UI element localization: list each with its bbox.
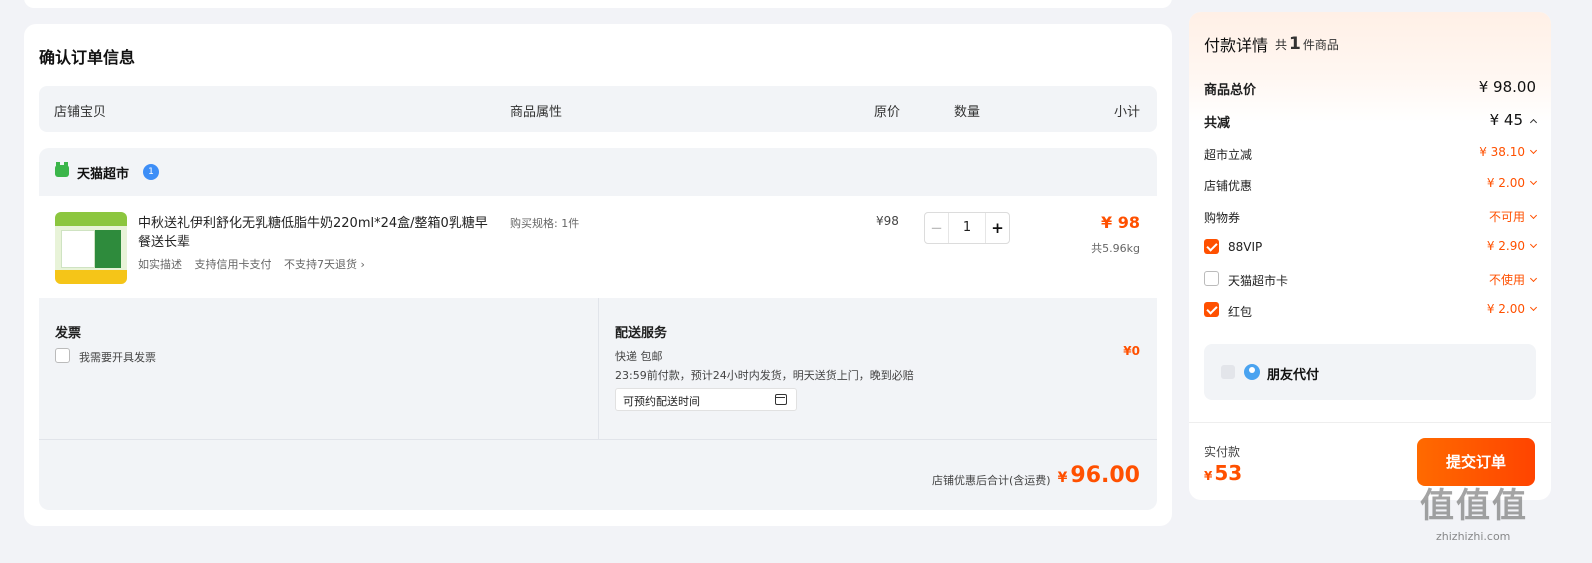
discount-item-value: 不使用 <box>1489 271 1538 288</box>
watermark-url: zhizhizhi.com <box>1436 530 1511 543</box>
discount-item-label: 红包 <box>1228 305 1253 319</box>
watermark-logo: 值值值 zhizhizhi.com <box>1420 478 1560 548</box>
product-price: ¥98 <box>876 214 899 228</box>
chevron-up-icon <box>1529 118 1538 127</box>
cart-item: 中秋送礼伊利舒化无乳糖低脂牛奶220ml*24盒/整箱0乳糖早餐送长辈 如实描述… <box>39 196 1157 298</box>
paid-label: 实付款 <box>1204 445 1241 459</box>
product-spec: 购买规格: 1件 <box>510 217 580 230</box>
header-attr: 商品属性 <box>510 105 563 120</box>
divider <box>1189 422 1551 423</box>
discount-item-value: ¥ 2.00 <box>1487 302 1538 316</box>
chevron-down-icon <box>1529 146 1538 155</box>
chevron-down-icon <box>1529 274 1538 283</box>
friend-pay-icon <box>1244 364 1260 380</box>
divider <box>598 298 599 440</box>
order-title: 确认订单信息 <box>39 48 136 67</box>
tag-accurate: 如实描述 <box>138 258 182 271</box>
watermark-text: 值值值 <box>1420 486 1528 526</box>
discount-item-value: ¥ 38.10 <box>1479 145 1538 159</box>
header-item: 店铺宝贝 <box>54 105 107 120</box>
product-tags: 如实描述 支持信用卡支付 不支持7天退货 › <box>138 256 374 272</box>
discount-row[interactable]: 共减 ¥ 45 <box>1204 109 1538 131</box>
discount-item-value: 不可用 <box>1489 208 1538 225</box>
discount-item-supermarket[interactable]: 超市立减 ¥ 38.10 <box>1204 143 1538 165</box>
chevron-down-icon <box>1529 240 1538 249</box>
tag-no-return[interactable]: 不支持7天退货 › <box>284 258 365 271</box>
store-row: 天猫超市 1 <box>39 148 1157 196</box>
88vip-checkbox[interactable] <box>1204 239 1219 254</box>
tmall-cat-icon <box>55 162 69 177</box>
payment-panel: 付款详情 共 1 件商品 商品总价 ¥ 98.00 共减 ¥ 45 超市立减 ¥ 3… <box>1189 12 1551 500</box>
store-name[interactable]: 天猫超市 <box>77 163 129 182</box>
discount-label: 共减 <box>1204 116 1231 131</box>
payment-title: 付款详情 <box>1204 36 1269 55</box>
services-section: 发票 我需要开具发票 配送服务 快递 包邮 23:59前付款，预计24小时内发货… <box>39 298 1157 440</box>
discount-item-label: 店铺优惠 <box>1204 179 1253 193</box>
friend-pay-label: 朋友代付 <box>1267 368 1320 383</box>
order-card: 确认订单信息 店铺宝贝 商品属性 原价 数量 小计 天猫超市 1 中秋送礼伊利舒… <box>24 24 1172 526</box>
delivery-method: 快递 包邮 <box>615 350 663 363</box>
discount-item-redpacket[interactable]: 红包 ¥ 2.00 <box>1204 300 1538 322</box>
discount-item-label: 超市立减 <box>1204 148 1253 162</box>
item-weight: 共5.96kg <box>1091 242 1140 255</box>
store-block: 天猫超市 1 中秋送礼伊利舒化无乳糖低脂牛奶220ml*24盒/整箱0乳糖早餐送… <box>39 148 1157 510</box>
increase-button[interactable]: + <box>985 213 1009 243</box>
delivery-title: 配送服务 <box>615 326 668 341</box>
discount-item-label: 天猫超市卡 <box>1228 274 1289 288</box>
goods-total-row: 商品总价 ¥ 98.00 <box>1204 76 1536 98</box>
calendar-icon <box>775 394 787 405</box>
supermarket-card-checkbox[interactable] <box>1204 271 1219 286</box>
store-badge-icon: 1 <box>143 164 159 180</box>
goods-total-value: ¥ 98.00 <box>1478 78 1536 96</box>
discount-value: ¥ 45 <box>1490 111 1538 129</box>
product-title[interactable]: 中秋送礼伊利舒化无乳糖低脂牛奶220ml*24盒/整箱0乳糖早餐送长辈 <box>138 214 488 252</box>
delivery-time-placeholder: 可预约配送时间 <box>623 395 700 408</box>
discount-item-label: 88VIP <box>1228 240 1263 254</box>
product-thumbnail[interactable] <box>55 212 127 284</box>
friend-pay-option[interactable]: 朋友代付 <box>1204 344 1536 400</box>
red-packet-checkbox[interactable] <box>1204 302 1219 317</box>
header-subtotal: 小计 <box>1113 105 1140 120</box>
discount-item-store[interactable]: 店铺优惠 ¥ 2.00 <box>1204 174 1538 196</box>
header-price: 原价 <box>874 105 901 120</box>
divider <box>39 439 1157 440</box>
item-subtotal: ¥ 98 <box>1101 213 1140 232</box>
store-total-label: 店铺优惠后合计(含运费) <box>932 474 1051 487</box>
chevron-down-icon <box>1529 211 1538 220</box>
discount-item-value: ¥ 2.90 <box>1487 239 1538 253</box>
discount-item-value: ¥ 2.00 <box>1487 176 1538 190</box>
goods-total-label: 商品总价 <box>1204 83 1257 98</box>
delivery-time-select[interactable]: 可预约配送时间 <box>615 388 797 411</box>
discount-item-label: 购物券 <box>1204 211 1241 225</box>
paid-value: ¥53 <box>1204 461 1243 485</box>
chevron-down-icon <box>1529 303 1538 312</box>
tag-credit-card: 支持信用卡支付 <box>194 258 272 271</box>
delivery-description: 23:59前付款，预计24小时内发货，明天送货上门，晚到必赔 <box>615 369 914 382</box>
invoice-title: 发票 <box>55 326 82 341</box>
invoice-checkbox[interactable] <box>55 348 70 363</box>
quantity-input[interactable]: 1 <box>949 213 985 243</box>
invoice-label[interactable]: 我需要开具发票 <box>79 349 156 365</box>
previous-card <box>24 0 1172 8</box>
decrease-button[interactable]: − <box>925 213 949 243</box>
discount-item-card[interactable]: 天猫超市卡 不使用 <box>1204 269 1538 291</box>
quantity-stepper: − 1 + <box>924 212 1010 244</box>
chevron-down-icon <box>1529 177 1538 186</box>
item-count: 共 1 件商品 <box>1275 34 1339 54</box>
delivery-price: ¥0 <box>1123 344 1140 358</box>
discount-item-88vip[interactable]: 88VIP ¥ 2.90 <box>1204 237 1538 259</box>
discount-item-coupon[interactable]: 购物券 不可用 <box>1204 206 1538 228</box>
table-header: 店铺宝贝 商品属性 原价 数量 小计 <box>39 86 1157 132</box>
header-qty: 数量 <box>954 105 981 120</box>
store-total-value: ¥96.00 <box>1057 463 1140 488</box>
friend-pay-checkbox[interactable] <box>1221 365 1235 379</box>
